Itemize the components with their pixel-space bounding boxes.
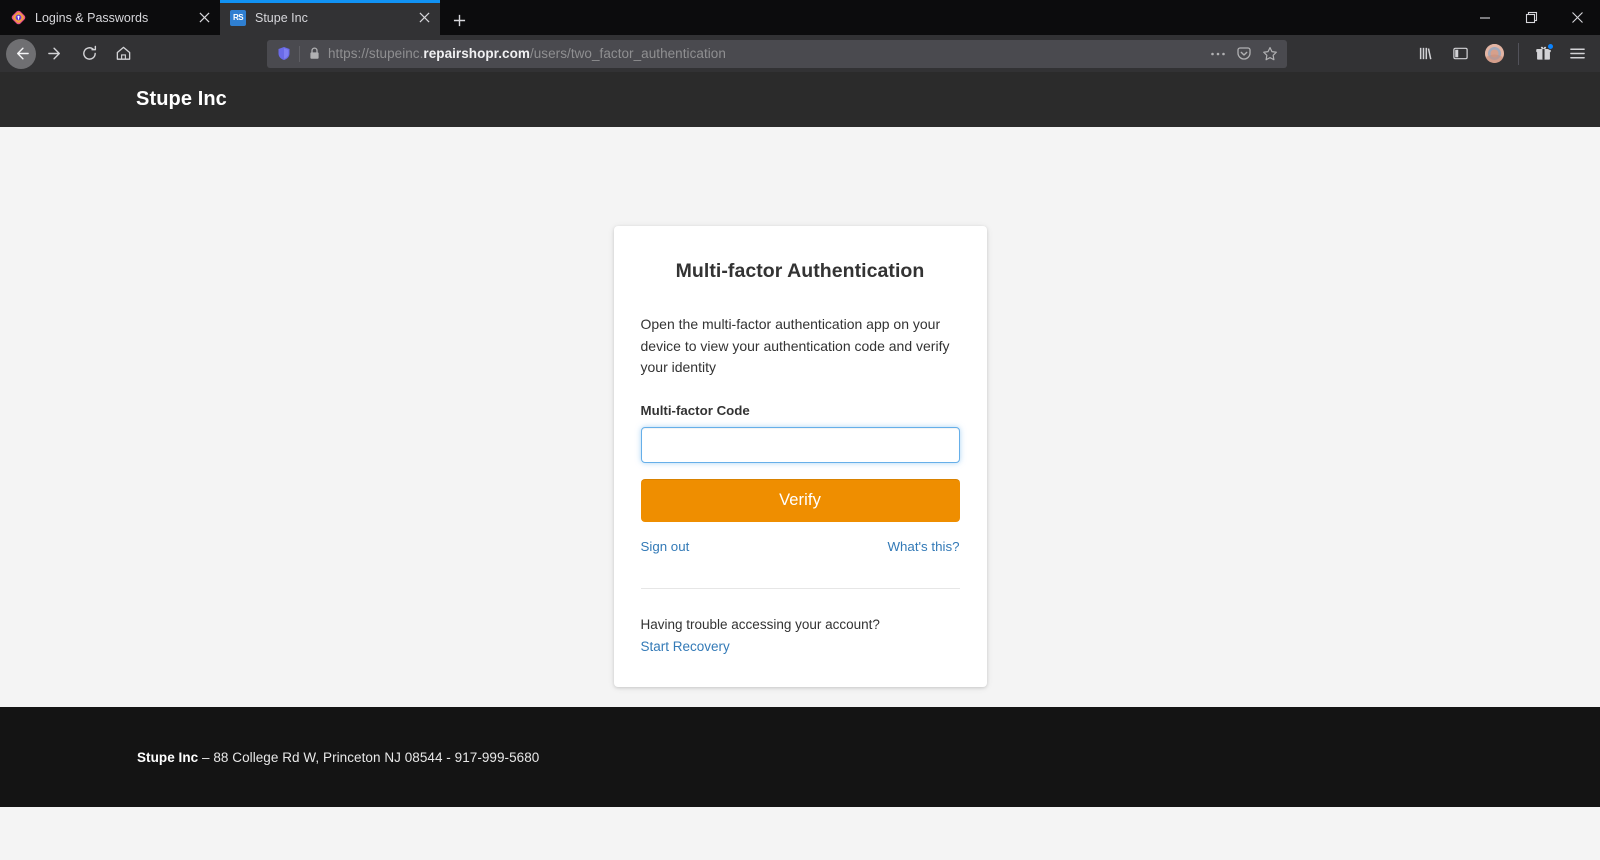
new-tab-button[interactable] <box>442 5 476 35</box>
window-controls <box>1462 0 1600 35</box>
account-trouble-section: Having trouble accessing your account? S… <box>641 614 960 657</box>
url-divider <box>299 45 300 62</box>
browser-tab-stupe-inc[interactable]: RS Stupe Inc <box>220 0 440 35</box>
restore-icon[interactable] <box>1508 0 1554 35</box>
browser-tab-logins-passwords[interactable]: Logins & Passwords <box>0 0 220 35</box>
url-action-icons <box>1205 42 1283 66</box>
gift-extension-icon[interactable] <box>1528 39 1558 69</box>
site-footer: Stupe Inc – 88 College Rd W, Princeton N… <box>0 707 1600 807</box>
account-avatar-icon[interactable] <box>1479 39 1509 69</box>
url-text[interactable]: https://stupeinc.repairshopr.com/users/t… <box>328 46 1205 61</box>
footer-text: Stupe Inc – 88 College Rd W, Princeton N… <box>137 750 539 765</box>
firefox-logins-icon <box>10 10 26 26</box>
notification-badge <box>1547 42 1554 50</box>
footer-company: Stupe Inc <box>137 749 199 765</box>
whats-this-link[interactable]: What's this? <box>887 539 959 554</box>
card-link-row: Sign out What's this? <box>641 539 960 554</box>
tracking-protection-shield-icon[interactable] <box>275 45 293 63</box>
minimize-icon[interactable] <box>1462 0 1508 35</box>
page-viewport: Stupe Inc Multi-factor Authentication Op… <box>0 72 1600 860</box>
footer-address: – 88 College Rd W, Princeton NJ 08544 - … <box>198 749 540 765</box>
reload-icon[interactable] <box>74 39 104 69</box>
repairshopr-rs-icon: RS <box>230 9 246 26</box>
padlock-icon[interactable] <box>307 46 321 62</box>
close-icon[interactable] <box>414 8 434 28</box>
start-recovery-link[interactable]: Start Recovery <box>641 636 960 657</box>
toolbar-divider <box>1518 42 1519 65</box>
mfa-code-input[interactable] <box>640 426 960 463</box>
card-description: Open the multi-factor authentication app… <box>640 316 950 375</box>
tab-bar: Logins & Passwords RS Stupe Inc <box>0 0 1600 35</box>
ellipsis-icon[interactable] <box>1205 42 1231 66</box>
library-icon[interactable] <box>1411 39 1441 69</box>
browser-window: Logins & Passwords RS Stupe Inc https://… <box>0 0 1600 860</box>
sign-out-link[interactable]: Sign out <box>641 539 690 554</box>
main-content: Multi-factor Authentication Open the mul… <box>0 127 1600 707</box>
home-icon[interactable] <box>108 39 138 69</box>
close-icon[interactable] <box>194 8 214 28</box>
star-bookmark-icon[interactable] <box>1257 42 1283 66</box>
site-header: Stupe Inc <box>0 72 1600 127</box>
pocket-save-icon[interactable] <box>1231 42 1257 66</box>
verify-button[interactable]: Verify <box>640 478 960 522</box>
address-bar[interactable]: https://stupeinc.repairshopr.com/users/t… <box>267 39 1287 68</box>
card-divider <box>640 587 960 589</box>
card-title: Multi-factor Authentication <box>675 260 925 282</box>
page-title: Stupe Inc <box>136 88 227 110</box>
toolbar-right-icons <box>1409 39 1594 69</box>
avatar <box>1484 44 1504 63</box>
trouble-text: Having trouble accessing your account? <box>640 616 880 632</box>
back-arrow-icon[interactable] <box>6 38 36 69</box>
navigation-toolbar: https://stupeinc.repairshopr.com/users/t… <box>0 35 1600 72</box>
mfa-card: Multi-factor Authentication Open the mul… <box>613 226 987 687</box>
page-bottom-spacer <box>0 807 1600 845</box>
mfa-code-label: Multi-factor Code <box>640 402 750 418</box>
close-icon[interactable] <box>1554 0 1600 35</box>
sidebar-icon[interactable] <box>1445 39 1475 69</box>
tab-title: Logins & Passwords <box>35 10 149 25</box>
tab-title: Stupe Inc <box>255 10 308 25</box>
hamburger-menu-icon[interactable] <box>1562 39 1592 69</box>
forward-arrow-icon[interactable] <box>40 39 70 69</box>
